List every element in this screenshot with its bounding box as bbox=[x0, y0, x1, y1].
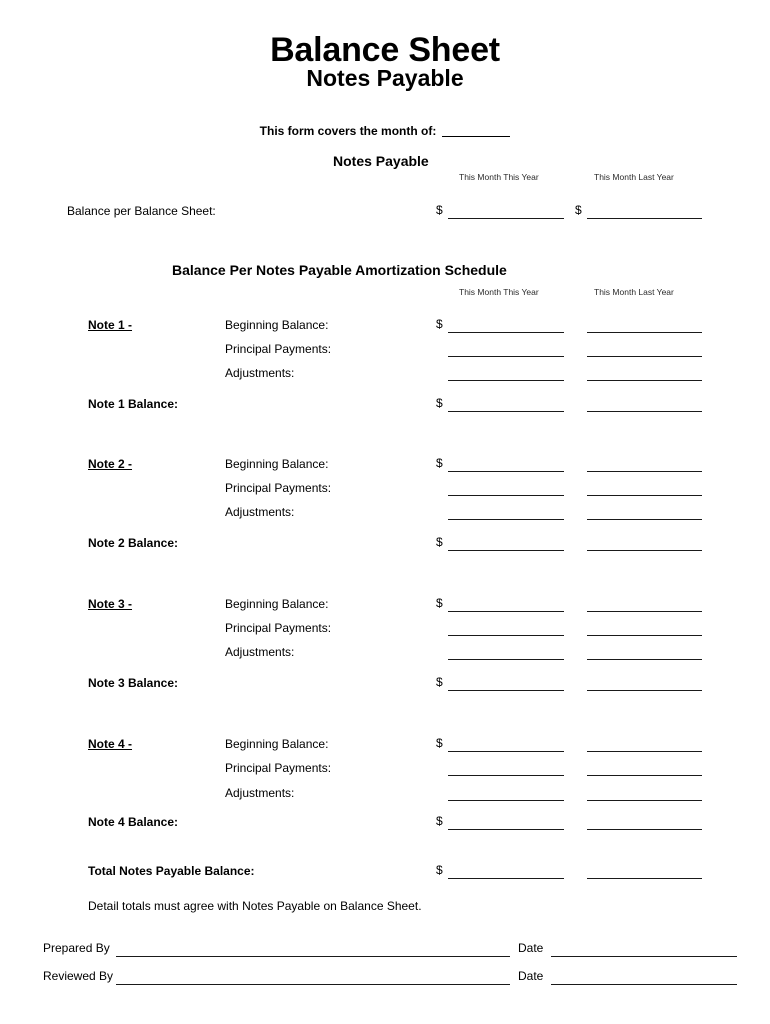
note-1-balance-this-year-input[interactable] bbox=[448, 411, 564, 412]
note-3-beginning-balance-this-year-input[interactable] bbox=[448, 611, 564, 612]
currency-symbol: $ bbox=[436, 317, 443, 331]
note-row-label: Principal Payments: bbox=[225, 342, 332, 356]
note-3-principal-payments-last-year-input[interactable] bbox=[587, 635, 702, 636]
prepared-date-input[interactable] bbox=[551, 956, 737, 957]
currency-symbol: $ bbox=[575, 203, 582, 217]
note-1-balance-last-year-input[interactable] bbox=[587, 411, 702, 412]
note-row-label: Principal Payments: bbox=[225, 761, 332, 775]
note-1-adjustments-last-year-input[interactable] bbox=[587, 380, 702, 381]
currency-symbol: $ bbox=[436, 863, 443, 877]
currency-symbol: $ bbox=[436, 675, 443, 689]
note-2-beginning-balance-last-year-input[interactable] bbox=[587, 471, 702, 472]
note-row-label: Principal Payments: bbox=[225, 481, 332, 495]
note-1-principal-payments-this-year-input[interactable] bbox=[448, 356, 564, 357]
note-4-beginning-balance-last-year-input[interactable] bbox=[587, 751, 702, 752]
detail-totals-note: Detail totals must agree with Notes Paya… bbox=[88, 899, 422, 913]
note-row-label: Beginning Balance: bbox=[225, 318, 329, 332]
date-label-prepared: Date bbox=[518, 941, 544, 955]
currency-symbol: $ bbox=[436, 535, 443, 549]
note-balance-label: Note 3 Balance: bbox=[88, 676, 179, 690]
currency-symbol: $ bbox=[436, 396, 443, 410]
reviewed-by-input[interactable] bbox=[116, 984, 510, 985]
prepared-by-input[interactable] bbox=[116, 956, 510, 957]
note-1-beginning-balance-this-year-input[interactable] bbox=[448, 332, 564, 333]
note-3-adjustments-last-year-input[interactable] bbox=[587, 659, 702, 660]
note-2-beginning-balance-this-year-input[interactable] bbox=[448, 471, 564, 472]
currency-symbol: $ bbox=[436, 736, 443, 750]
month-covered-input[interactable] bbox=[442, 123, 511, 137]
note-title: Note 1 - bbox=[88, 318, 133, 332]
note-balance-label: Note 1 Balance: bbox=[88, 397, 179, 411]
reviewed-by-label: Reviewed By bbox=[43, 969, 114, 983]
column-header-last-year-amort: This Month Last Year bbox=[594, 287, 674, 297]
note-3-beginning-balance-last-year-input[interactable] bbox=[587, 611, 702, 612]
note-2-adjustments-this-year-input[interactable] bbox=[448, 519, 564, 520]
note-title: Note 2 - bbox=[88, 457, 133, 471]
form-page: Balance Sheet Notes Payable This form co… bbox=[0, 0, 770, 1024]
note-balance-label: Note 2 Balance: bbox=[88, 536, 179, 550]
note-row-label: Adjustments: bbox=[225, 505, 295, 519]
note-row-label: Adjustments: bbox=[225, 366, 295, 380]
note-3-balance-this-year-input[interactable] bbox=[448, 690, 564, 691]
note-1-adjustments-this-year-input[interactable] bbox=[448, 380, 564, 381]
note-2-principal-payments-this-year-input[interactable] bbox=[448, 495, 564, 496]
note-row-label: Beginning Balance: bbox=[225, 597, 329, 611]
note-1-principal-payments-last-year-input[interactable] bbox=[587, 356, 702, 357]
note-2-balance-last-year-input[interactable] bbox=[587, 550, 702, 551]
column-header-this-year-top: This Month This Year bbox=[459, 172, 539, 182]
total-notes-payable-balance-label: Total Notes Payable Balance: bbox=[88, 864, 255, 878]
balance-sheet-this-year-input[interactable] bbox=[448, 218, 564, 219]
note-3-principal-payments-this-year-input[interactable] bbox=[448, 635, 564, 636]
currency-symbol: $ bbox=[436, 203, 443, 217]
note-title: Note 3 - bbox=[88, 597, 133, 611]
note-4-adjustments-last-year-input[interactable] bbox=[587, 800, 702, 801]
note-2-adjustments-last-year-input[interactable] bbox=[587, 519, 702, 520]
total-balance-last-year-input[interactable] bbox=[587, 878, 702, 879]
currency-symbol: $ bbox=[436, 814, 443, 828]
section-heading-amortization: Balance Per Notes Payable Amortization S… bbox=[172, 262, 507, 278]
note-4-principal-payments-this-year-input[interactable] bbox=[448, 775, 564, 776]
month-covered-row: This form covers the month of: bbox=[0, 123, 770, 138]
total-balance-this-year-input[interactable] bbox=[448, 878, 564, 879]
note-row-label: Adjustments: bbox=[225, 786, 295, 800]
note-row-label: Principal Payments: bbox=[225, 621, 332, 635]
balance-sheet-last-year-input[interactable] bbox=[587, 218, 702, 219]
balance-per-balance-sheet-label: Balance per Balance Sheet: bbox=[67, 204, 216, 218]
section-heading-notes-payable: Notes Payable bbox=[333, 153, 429, 169]
note-4-beginning-balance-this-year-input[interactable] bbox=[448, 751, 564, 752]
column-header-this-year-amort: This Month This Year bbox=[459, 287, 539, 297]
currency-symbol: $ bbox=[436, 456, 443, 470]
month-covered-label: This form covers the month of: bbox=[259, 124, 437, 138]
note-2-principal-payments-last-year-input[interactable] bbox=[587, 495, 702, 496]
note-2-balance-this-year-input[interactable] bbox=[448, 550, 564, 551]
note-row-label: Beginning Balance: bbox=[225, 457, 329, 471]
note-3-balance-last-year-input[interactable] bbox=[587, 690, 702, 691]
note-1-beginning-balance-last-year-input[interactable] bbox=[587, 332, 702, 333]
note-balance-label: Note 4 Balance: bbox=[88, 815, 179, 829]
note-4-balance-last-year-input[interactable] bbox=[587, 829, 702, 830]
note-4-balance-this-year-input[interactable] bbox=[448, 829, 564, 830]
note-3-adjustments-this-year-input[interactable] bbox=[448, 659, 564, 660]
prepared-by-label: Prepared By bbox=[43, 941, 110, 955]
date-label-reviewed: Date bbox=[518, 969, 544, 983]
note-4-principal-payments-last-year-input[interactable] bbox=[587, 775, 702, 776]
note-row-label: Beginning Balance: bbox=[225, 737, 329, 751]
note-4-adjustments-this-year-input[interactable] bbox=[448, 800, 564, 801]
reviewed-date-input[interactable] bbox=[551, 984, 737, 985]
column-header-last-year-top: This Month Last Year bbox=[594, 172, 674, 182]
currency-symbol: $ bbox=[436, 596, 443, 610]
note-title: Note 4 - bbox=[88, 737, 133, 751]
page-subtitle: Notes Payable bbox=[306, 65, 464, 91]
note-row-label: Adjustments: bbox=[225, 645, 295, 659]
